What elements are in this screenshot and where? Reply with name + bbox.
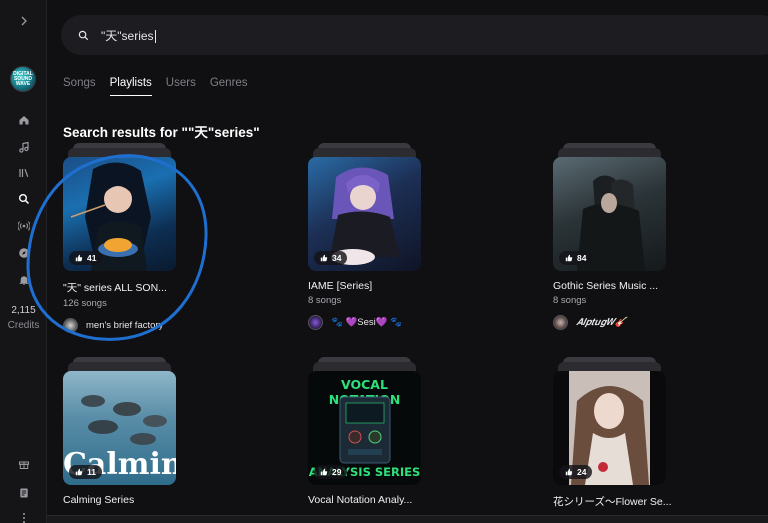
likes-count: 11 — [87, 467, 96, 477]
tab-playlists[interactable]: Playlists — [109, 77, 152, 96]
logo-text: DIGITAL SOUND WAVE — [13, 70, 33, 87]
likes-badge: 29 — [314, 465, 348, 479]
thumbs-up-icon — [320, 254, 328, 262]
playlist-cover[interactable]: 34 — [308, 157, 421, 271]
playlist-cover[interactable]: Calming 11 — [63, 371, 176, 485]
thumbs-up-icon — [565, 468, 573, 476]
avatar — [553, 315, 568, 330]
playlist-title[interactable]: IAME [Series] — [308, 280, 468, 292]
likes-count: 29 — [332, 467, 342, 477]
search-bar[interactable]: "天"series — [61, 15, 768, 55]
playlist-card[interactable]: Calming 11 Calming Series — [63, 357, 223, 506]
playlist-title[interactable]: 花シリーズ〜Flower Se... — [553, 494, 713, 509]
playlist-card[interactable]: 34 IAME [Series] 8 songs 🐾 💜Sesi💜 🐾 — [308, 143, 468, 330]
search-input[interactable]: "天"series — [101, 27, 156, 44]
song-count: 8 songs — [308, 295, 342, 306]
avatar — [308, 315, 323, 330]
likes-badge: 84 — [559, 251, 593, 265]
thumbs-up-icon — [565, 254, 573, 262]
likes-count: 24 — [577, 467, 587, 477]
playlist-card[interactable]: 84 Gothic Series Music ... 8 songs 𝑨𝒍𝒑𝒕𝒖… — [553, 143, 713, 330]
chevron-right-icon[interactable] — [0, 14, 47, 28]
tab-songs[interactable]: Songs — [63, 77, 96, 96]
thumbs-up-icon — [75, 468, 83, 476]
playlist-title[interactable]: Calming Series — [63, 494, 223, 506]
results-title: Search results for ""天"series" — [63, 125, 260, 140]
playlist-card[interactable]: VOCAL NOTATION ANALYSIS SERIES 29 Vocal … — [308, 357, 468, 506]
likes-badge: 24 — [559, 465, 593, 479]
playlist-card[interactable]: 24 花シリーズ〜Flower Se... — [553, 357, 713, 509]
result-tabs: Songs Playlists Users Genres — [63, 77, 262, 96]
likes-badge: 34 — [314, 251, 348, 265]
thumbs-up-icon — [320, 468, 328, 476]
likes-badge: 11 — [69, 465, 102, 479]
more-icon[interactable] — [0, 511, 47, 523]
author-name: 🐾 💜Sesi💜 🐾 — [331, 317, 403, 328]
playlist-cover[interactable]: 84 — [553, 157, 666, 271]
search-icon — [78, 30, 89, 40]
gift-icon[interactable] — [0, 457, 47, 471]
likes-count: 84 — [577, 253, 587, 263]
playlist-cover[interactable]: VOCAL NOTATION ANALYSIS SERIES 29 — [308, 371, 421, 485]
likes-count: 34 — [332, 253, 342, 263]
song-count: 8 songs — [553, 295, 587, 306]
text-caret — [154, 29, 156, 43]
tab-users[interactable]: Users — [166, 77, 196, 96]
playlist-author[interactable]: 🐾 💜Sesi💜 🐾 — [308, 315, 468, 330]
search-input-value: "天"series — [101, 28, 154, 43]
player-bar — [47, 515, 768, 523]
author-name: 𝑨𝒍𝒑𝒕𝒖𝒈𝑾🎸 — [576, 317, 627, 328]
logo[interactable]: DIGITAL SOUND WAVE — [10, 66, 36, 92]
playlist-title[interactable]: Vocal Notation Analy... — [308, 494, 468, 506]
playlist-title[interactable]: Gothic Series Music ... — [553, 280, 713, 292]
annotation-circle — [26, 154, 208, 341]
tab-genres[interactable]: Genres — [210, 77, 248, 96]
playlist-author[interactable]: 𝑨𝒍𝒑𝒕𝒖𝒈𝑾🎸 — [553, 315, 713, 330]
home-icon[interactable] — [0, 113, 47, 127]
playlist-cover[interactable]: 24 — [553, 371, 666, 485]
document-icon[interactable] — [0, 486, 47, 500]
